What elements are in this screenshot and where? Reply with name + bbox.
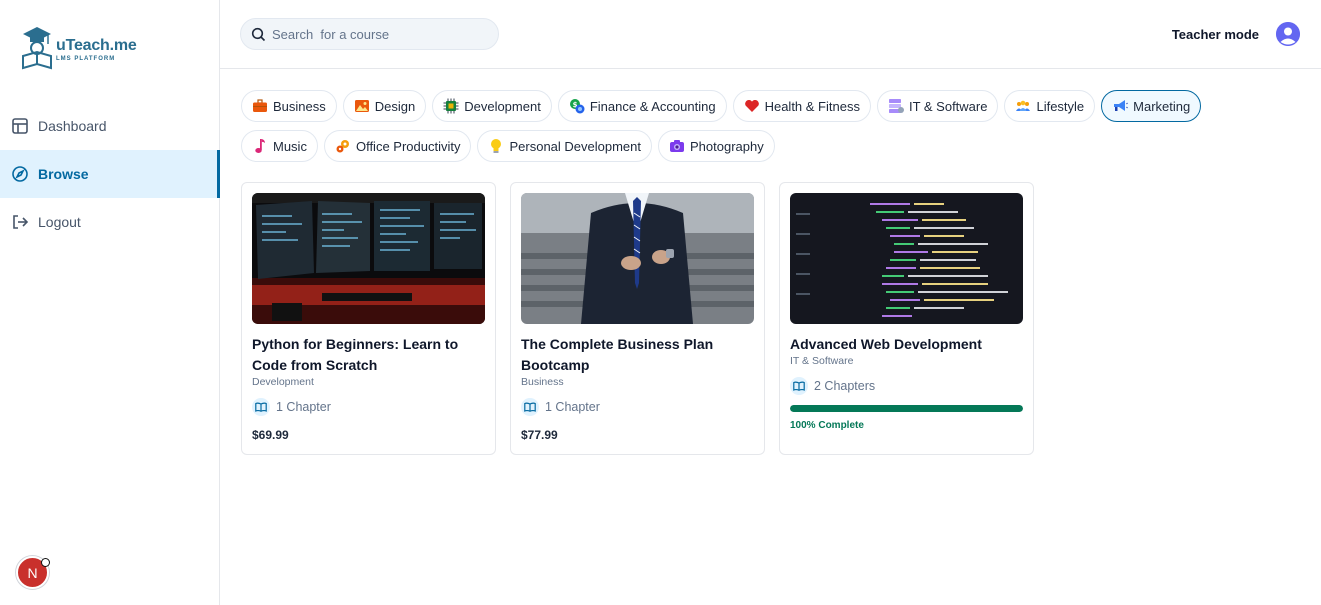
course-title: The Complete Business Plan Bootcamp: [521, 336, 714, 373]
logout-icon: [11, 213, 29, 231]
brand-title: uTeach.me: [56, 36, 137, 54]
course-chapters: 1 Chapter: [521, 398, 754, 416]
sidebar-item-label: Browse: [38, 166, 89, 182]
book-icon: [790, 377, 808, 395]
server-icon: [888, 98, 904, 114]
app-root: uTeach.me LMS PLATFORM Dashboard Browse …: [0, 0, 1321, 605]
course-title: Advanced Web Development: [790, 336, 982, 352]
gears-icon: [335, 138, 351, 154]
course-category: IT & Software: [790, 355, 854, 367]
sidebar-item-label: Dashboard: [38, 118, 107, 134]
category-filter: Business Design Development $ Finance & …: [241, 90, 1251, 162]
sidebar-item-browse[interactable]: Browse: [0, 150, 220, 198]
course-thumbnail-suit: [521, 193, 754, 324]
course-price: $69.99: [252, 428, 289, 442]
progress-label: 100% Complete: [790, 420, 864, 431]
user-avatar[interactable]: [1276, 22, 1300, 46]
course-price: $77.99: [521, 428, 558, 442]
search-bar[interactable]: [240, 18, 499, 50]
course-title: Python for Beginners: Learn to Code from…: [252, 336, 459, 373]
lightbulb-icon: [488, 138, 504, 154]
category-label: Lifestyle: [1036, 98, 1085, 114]
book-icon: [252, 398, 270, 416]
megaphone-icon: [1112, 98, 1129, 114]
money-icon: $: [569, 98, 585, 114]
teacher-mode-button[interactable]: Teacher mode: [1172, 27, 1259, 42]
category-label: Photography: [690, 138, 764, 154]
course-card[interactable]: The Complete Business Plan Bootcamp Busi…: [510, 182, 765, 455]
user-icon: [1276, 22, 1300, 46]
category-business[interactable]: Business: [241, 90, 337, 122]
sidebar-item-logout[interactable]: Logout: [0, 198, 219, 246]
search-input[interactable]: [272, 26, 482, 42]
heart-icon: [744, 98, 760, 114]
category-design[interactable]: Design: [342, 90, 427, 122]
badge-status-dot: [41, 558, 50, 567]
category-office-productivity[interactable]: Office Productivity: [323, 130, 472, 162]
category-label: Finance & Accounting: [589, 98, 716, 114]
category-label: Design: [374, 98, 416, 114]
category-finance-accounting[interactable]: $ Finance & Accounting: [557, 90, 727, 122]
topbar: Teacher mode: [220, 0, 1321, 69]
progress-fill: [790, 405, 1023, 412]
category-health-fitness[interactable]: Health & Fitness: [732, 90, 871, 122]
category-label: Health & Fitness: [764, 98, 860, 114]
course-card[interactable]: Advanced Web Development IT & Software 2…: [779, 182, 1034, 455]
category-label: Marketing: [1133, 98, 1191, 114]
sidebar-item-dashboard[interactable]: Dashboard: [0, 102, 219, 150]
category-label: Personal Development: [509, 138, 642, 154]
course-thumbnail-code: [790, 193, 1023, 324]
category-it-software[interactable]: IT & Software: [876, 90, 999, 122]
course-category: Development: [252, 376, 314, 388]
course-chapters: 1 Chapter: [252, 398, 485, 416]
category-label: IT & Software: [908, 98, 988, 114]
category-lifestyle[interactable]: Lifestyle: [1004, 90, 1096, 122]
briefcase-icon: [252, 98, 268, 114]
search-icon: [251, 27, 266, 41]
course-category: Business: [521, 376, 564, 388]
category-development[interactable]: Development: [432, 90, 552, 122]
chapter-count: 1 Chapter: [276, 400, 331, 414]
category-personal-development[interactable]: Personal Development: [477, 130, 653, 162]
category-label: Office Productivity: [355, 138, 461, 154]
camera-icon: [669, 138, 685, 154]
layout-icon: [11, 117, 29, 135]
category-label: Music: [273, 138, 307, 154]
category-marketing[interactable]: Marketing: [1101, 90, 1202, 122]
chip-icon: [443, 98, 459, 114]
compass-icon: [11, 165, 29, 183]
course-card[interactable]: Python for Beginners: Learn to Code from…: [241, 182, 496, 455]
category-photography[interactable]: Photography: [658, 130, 775, 162]
logo[interactable]: uTeach.me LMS PLATFORM: [20, 24, 137, 70]
sidebar: uTeach.me LMS PLATFORM Dashboard Browse …: [0, 0, 220, 605]
people-icon: [1015, 98, 1031, 114]
course-list: Python for Beginners: Learn to Code from…: [241, 182, 1034, 455]
graduation-cap-logo-icon: [22, 27, 52, 70]
chapter-count: 1 Chapter: [545, 400, 600, 414]
category-label: Development: [464, 98, 541, 114]
chapter-count: 2 Chapters: [814, 379, 876, 393]
book-icon: [521, 398, 539, 416]
category-label: Business: [273, 98, 326, 114]
music-note-icon: [252, 138, 268, 154]
category-music[interactable]: Music: [241, 130, 318, 162]
course-chapters: 2 Chapters: [790, 377, 1023, 395]
course-progress-bar: [790, 405, 1023, 412]
brand-subtitle: LMS PLATFORM: [56, 55, 116, 62]
sidebar-nav: Dashboard Browse Logout: [0, 102, 220, 246]
sidebar-item-label: Logout: [38, 214, 81, 230]
picture-icon: [354, 98, 370, 114]
course-thumbnail-monitors: [252, 193, 485, 324]
